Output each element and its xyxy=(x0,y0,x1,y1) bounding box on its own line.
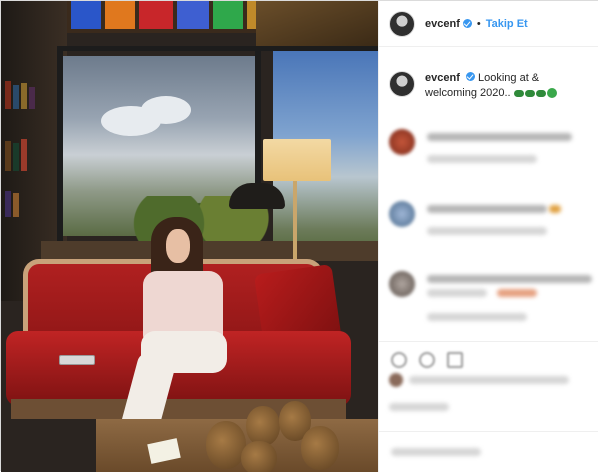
commenter-avatar xyxy=(389,201,415,227)
post-sidebar: evcenf • Takip Et evcenf Looking at & we… xyxy=(378,1,598,472)
window-frame xyxy=(57,46,378,51)
floor-lamp-shade xyxy=(263,139,331,181)
person-face xyxy=(166,229,190,263)
blurred-text xyxy=(391,448,481,456)
post-photo[interactable] xyxy=(1,1,378,472)
share-icon[interactable] xyxy=(447,352,463,368)
floor-lamp-pole xyxy=(293,181,297,271)
blurred-text xyxy=(427,289,487,297)
blurred-text xyxy=(427,313,527,321)
commenter-avatar xyxy=(389,271,415,297)
blurred-text xyxy=(409,376,569,384)
add-comment-area[interactable] xyxy=(379,431,598,471)
blurred-emoji xyxy=(549,205,561,213)
comment-blurred xyxy=(389,269,594,329)
blurred-text xyxy=(427,205,547,213)
avatar[interactable] xyxy=(389,71,415,97)
caption-username[interactable]: evcenf xyxy=(425,72,460,84)
blurred-text xyxy=(427,155,537,163)
verified-badge-icon xyxy=(462,19,472,28)
comment-blurred xyxy=(389,199,594,249)
blurred-text xyxy=(427,275,592,283)
comment-blurred xyxy=(389,127,594,177)
separator-dot: • xyxy=(476,17,481,30)
likes-blurred xyxy=(389,373,594,393)
wooden-ceiling xyxy=(256,1,378,46)
blurred-text xyxy=(427,133,572,141)
pinecone xyxy=(241,441,277,472)
blurred-emoji xyxy=(497,289,537,297)
stained-glass-ceiling xyxy=(67,1,287,33)
pinecone xyxy=(206,421,246,469)
clover-emoji-icon xyxy=(546,88,557,99)
pinecone xyxy=(246,406,280,446)
blurred-text xyxy=(389,403,449,411)
car-emoji-icon xyxy=(524,89,535,97)
caption-text-block: evcenf Looking at & welcoming 2020.. xyxy=(425,71,594,101)
liker-avatar xyxy=(389,373,403,387)
instagram-post: evcenf • Takip Et evcenf Looking at & we… xyxy=(0,0,598,472)
emoji-group xyxy=(513,86,557,101)
table-lamp xyxy=(229,183,285,209)
like-icon[interactable] xyxy=(391,352,407,368)
timestamp-blurred xyxy=(389,401,594,417)
pinecone xyxy=(301,426,339,470)
post-header: evcenf • Takip Et xyxy=(379,1,598,47)
window-sill xyxy=(41,241,378,261)
username-link[interactable]: evcenf xyxy=(425,18,460,30)
blurred-text xyxy=(427,227,547,235)
car-emoji-icon xyxy=(535,89,546,97)
comment-icon[interactable] xyxy=(419,352,435,368)
phone-on-sofa xyxy=(59,355,95,365)
commenter-avatar xyxy=(389,129,415,155)
window-frame xyxy=(57,46,63,246)
post-caption: evcenf Looking at & welcoming 2020.. xyxy=(389,71,594,101)
avatar[interactable] xyxy=(389,10,415,37)
verified-badge-icon xyxy=(465,72,475,81)
car-emoji-icon xyxy=(513,89,524,97)
follow-button[interactable]: Takip Et xyxy=(486,18,528,30)
